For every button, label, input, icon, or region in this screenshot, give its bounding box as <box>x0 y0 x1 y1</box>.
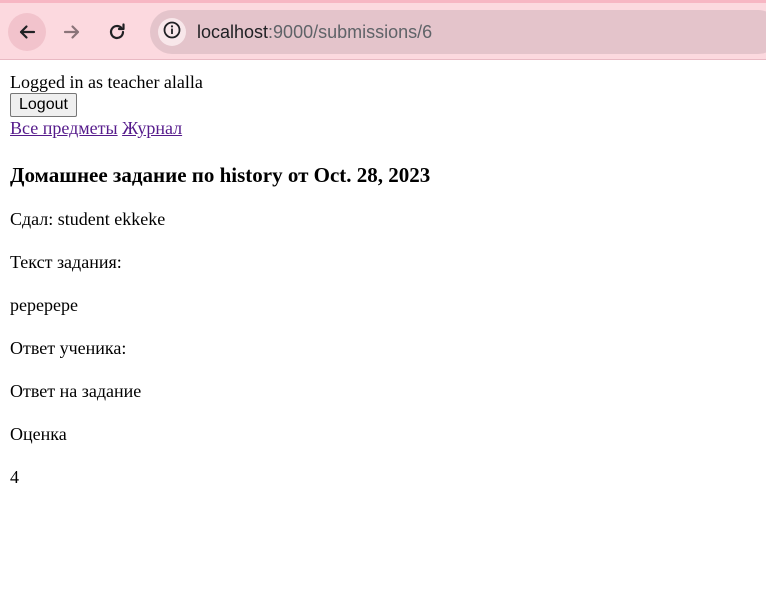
page-content: Logged in as teacher alalla Logout Все п… <box>0 72 766 488</box>
logout-button[interactable]: Logout <box>10 93 77 117</box>
logged-in-status: Logged in as teacher alalla <box>10 72 203 92</box>
page-title: Домашнее задание по history от Oct. 28, … <box>10 163 431 187</box>
submitted-by: Сдал: student ekkeke <box>10 209 166 229</box>
task-label: Текст задания: <box>10 252 122 272</box>
journal-link[interactable]: Журнал <box>122 118 182 138</box>
url-text[interactable]: localhost:9000/submissions/6 <box>197 22 432 42</box>
grade-value: 4 <box>10 467 19 487</box>
address-bar[interactable]: localhost:9000/submissions/6 <box>150 10 766 54</box>
task-text: реререре <box>10 295 78 315</box>
back-button[interactable] <box>8 13 46 51</box>
answer-text: Ответ на задание <box>10 381 142 401</box>
url-path: :9000/submissions/6 <box>268 22 433 42</box>
all-subjects-link[interactable]: Все предметы <box>10 118 118 138</box>
grade-label: Оценка <box>10 424 67 444</box>
browser-toolbar: localhost:9000/submissions/6 <box>0 0 766 60</box>
info-icon <box>162 20 182 45</box>
reload-icon <box>107 22 127 42</box>
url-host: localhost <box>197 22 269 42</box>
reload-button[interactable] <box>98 13 136 51</box>
site-info-button[interactable] <box>158 18 186 46</box>
forward-button[interactable] <box>53 13 91 51</box>
answer-label: Ответ ученика: <box>10 338 127 358</box>
nav-links: Все предметы Журнал <box>10 118 766 139</box>
forward-arrow-icon <box>62 22 82 42</box>
back-arrow-icon <box>17 22 37 42</box>
